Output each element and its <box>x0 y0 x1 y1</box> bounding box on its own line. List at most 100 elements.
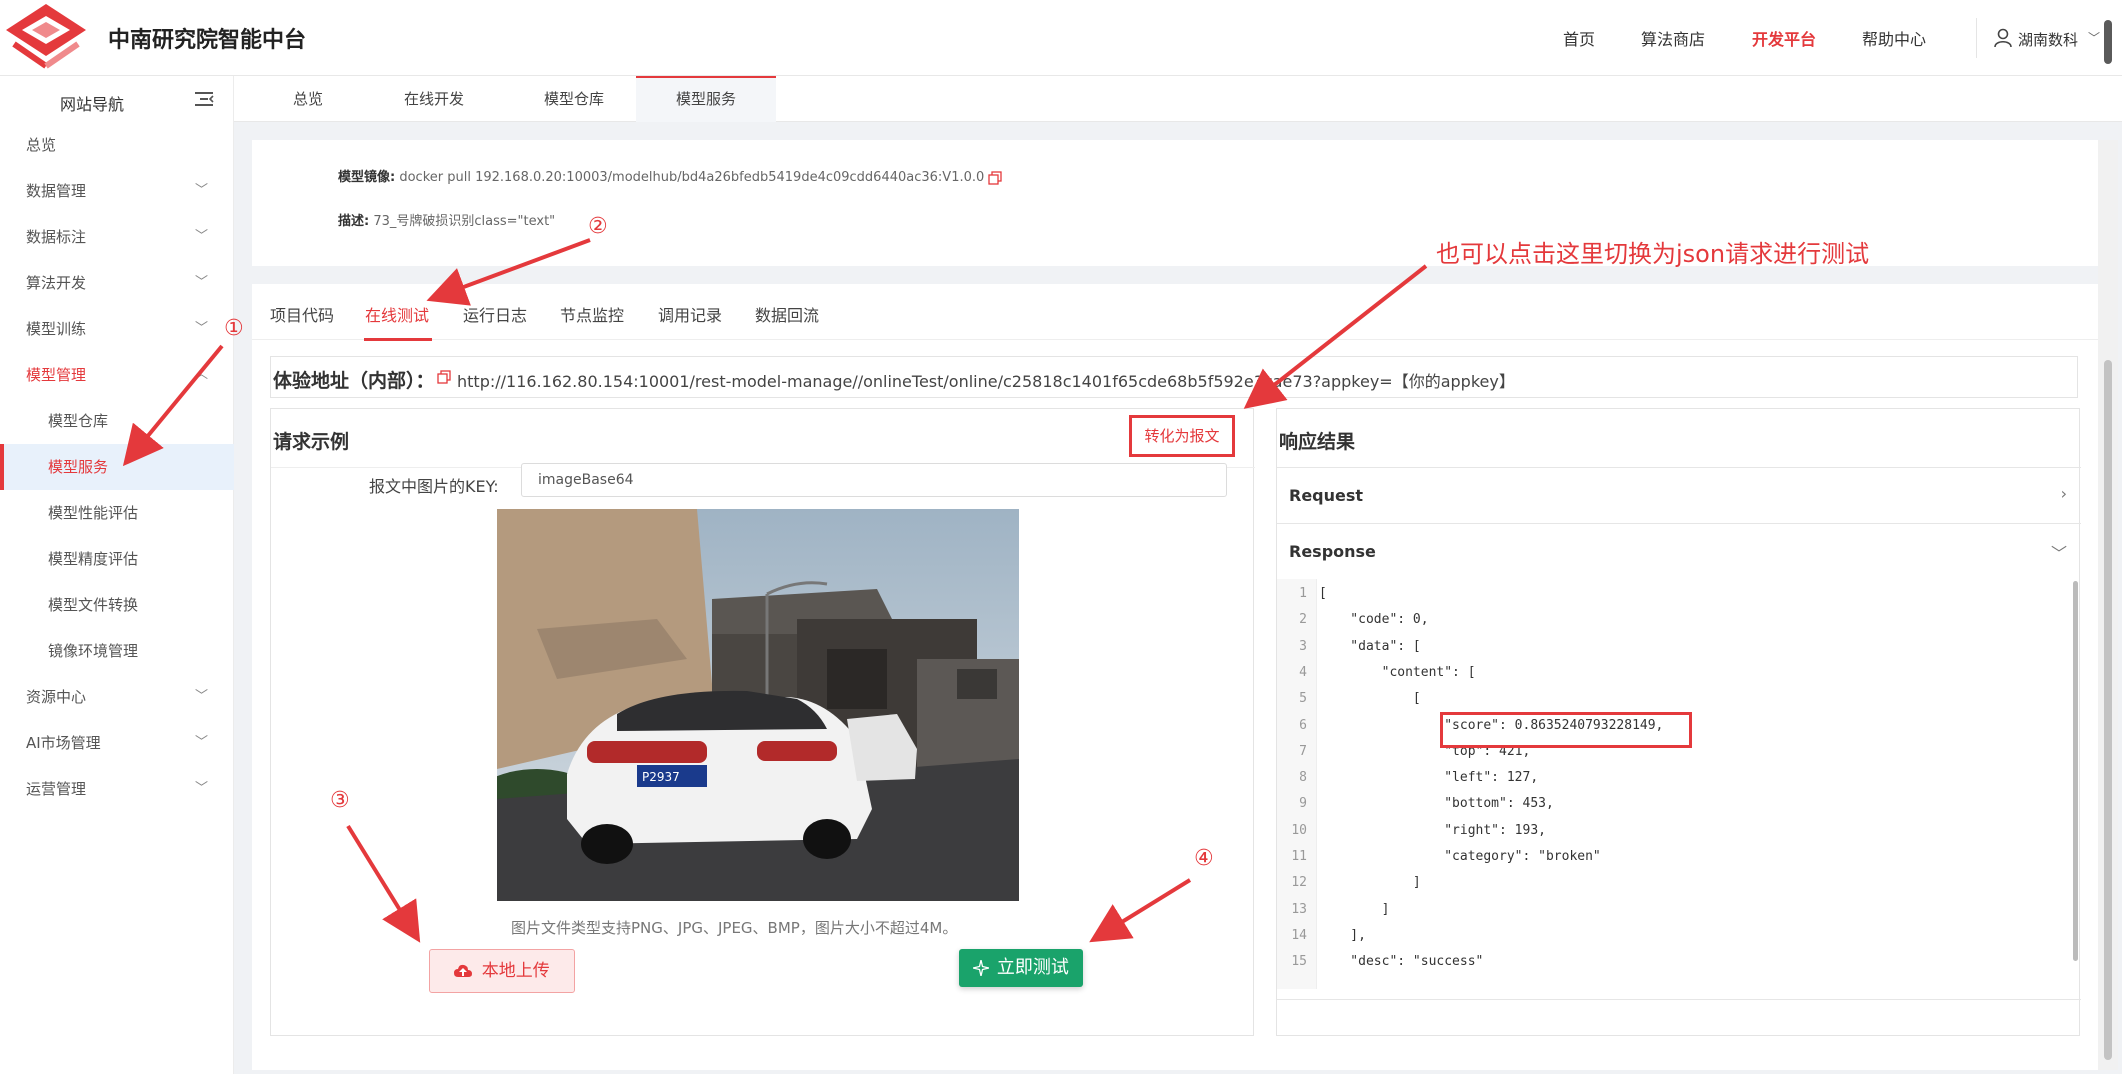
test-button-label: 立即测试 <box>996 957 1069 978</box>
tab-data-reflow[interactable]: 数据回流 <box>755 302 819 326</box>
sidebar: 网站导航 总览 数据管理 ﹀ 数据标注 ﹀ 算法开发 ﹀ 模型训练 ﹀ 模型管理 ︿ 模型… <box>0 76 234 1074</box>
user-icon <box>1994 28 2012 48</box>
line-number: 14 <box>1291 927 1307 943</box>
chevron-down-icon: ﹀ <box>194 183 208 198</box>
sidebar-item-label: 镜像环境管理 <box>48 642 139 660</box>
tab-overview[interactable]: 总览 <box>268 76 348 122</box>
annotation-note: 也可以点击这里切换为json请求进行测试 <box>1436 240 1870 268</box>
chevron-down-icon: ﹀ <box>194 689 208 704</box>
divider <box>1277 999 2081 1000</box>
code-text: ], <box>1319 927 1366 943</box>
code-text: "content": [ <box>1319 664 1476 680</box>
code-line: 3 "data": [ <box>1277 634 2067 660</box>
response-row-label: Response <box>1289 542 1376 561</box>
request-collapse-row[interactable]: Request › <box>1277 467 2081 523</box>
line-number: 13 <box>1291 901 1307 917</box>
chevron-down-icon: ﹀ <box>2050 544 2067 563</box>
tab-node-monitor[interactable]: 节点监控 <box>560 302 624 326</box>
sidebar-item-image-env[interactable]: 镜像环境管理 <box>0 628 234 674</box>
code-text: "desc": "success" <box>1319 954 1484 970</box>
code-line: 4 "content": [ <box>1277 660 2067 686</box>
nav-help-center[interactable]: 帮助中心 <box>1862 26 1926 50</box>
line-number: 10 <box>1291 822 1307 838</box>
tab-model-repo[interactable]: 模型仓库 <box>524 76 624 122</box>
sidebar-item-label: AI市场管理 <box>26 734 101 752</box>
line-number: 7 <box>1299 743 1307 759</box>
active-tab-indicator <box>364 338 432 341</box>
chevron-down-icon: ﹀ <box>194 275 208 290</box>
user-menu[interactable]: 湖南数科 ﹀ <box>1994 26 2104 54</box>
sidebar-item-model-management[interactable]: 模型管理 ︿ <box>0 352 234 398</box>
test-now-button[interactable]: 立即测试 <box>959 949 1083 987</box>
user-name: 湖南数科 <box>2018 31 2079 49</box>
sidebar-item-model-accuracy[interactable]: 模型精度评估 <box>0 536 234 582</box>
sidebar-item-label: 模型训练 <box>26 320 87 338</box>
nav-algorithm-store[interactable]: 算法商店 <box>1641 26 1705 50</box>
sidebar-item-label: 模型服务 <box>48 458 109 476</box>
car-photo-illustration: P2937 <box>497 509 1019 901</box>
code-text: [ <box>1319 691 1421 707</box>
sidebar-item-operations[interactable]: 运营管理 ﹀ <box>0 766 234 812</box>
image-key-input[interactable] <box>521 463 1227 497</box>
sidebar-item-label: 模型管理 <box>26 366 87 384</box>
description-label: 描述: <box>338 214 370 229</box>
sidebar-item-label: 模型仓库 <box>48 412 109 430</box>
sidebar-item-model-training[interactable]: 模型训练 ﹀ <box>0 306 234 352</box>
line-number: 4 <box>1299 664 1307 680</box>
code-text: "code": 0, <box>1319 612 1429 628</box>
annotation-1: ① <box>224 316 244 341</box>
code-line: 2 "code": 0, <box>1277 607 2067 633</box>
sidebar-title: 网站导航 <box>60 95 125 114</box>
sidebar-item-label: 模型性能评估 <box>48 504 139 522</box>
page-scrollbar-thumb[interactable] <box>2104 360 2112 1060</box>
sidebar-item-model-performance[interactable]: 模型性能评估 <box>0 490 234 536</box>
sidebar-item-overview[interactable]: 总览 <box>0 122 234 168</box>
code-text: "top": 421, <box>1319 743 1531 759</box>
tab-model-service[interactable]: 模型服务 <box>636 76 776 122</box>
copy-icon[interactable] <box>988 170 1003 185</box>
tab-online-test[interactable]: 在线测试 <box>365 302 429 326</box>
code-line: 14 ], <box>1277 923 2067 949</box>
sidebar-item-model-convert[interactable]: 模型文件转换 <box>0 582 234 628</box>
convert-to-message-button[interactable]: 转化为报文 <box>1129 415 1235 457</box>
experience-address: 体验地址（内部）： http://116.162.80.154:10001/re… <box>270 356 2078 398</box>
sidebar-item-data-management[interactable]: 数据管理 ﹀ <box>0 168 234 214</box>
request-example-panel: 请求示例 转化为报文 报文中图片的KEY: imageBase64 P2937 … <box>270 408 1255 1036</box>
nav-home[interactable]: 首页 <box>1563 26 1595 50</box>
copy-icon[interactable] <box>437 370 451 384</box>
sidebar-item-model-repo[interactable]: 模型仓库 <box>0 398 234 444</box>
sidebar-item-resource-center[interactable]: 资源中心 ﹀ <box>0 674 234 720</box>
top-bar: 中南研究院智能中台 首页 算法商店 开发平台 帮助中心 湖南数科 ﹀ <box>0 0 2122 76</box>
code-scrollbar[interactable] <box>2073 581 2078 961</box>
sidebar-item-label: 资源中心 <box>26 688 87 706</box>
sidebar-item-label: 模型文件转换 <box>48 596 139 614</box>
sidebar-item-model-service[interactable]: 模型服务 <box>0 444 234 490</box>
model-image-value: docker pull 192.168.0.20:10003/modelhub/… <box>399 170 985 185</box>
local-upload-button[interactable]: 本地上传 <box>429 949 575 993</box>
nav-dev-platform[interactable]: 开发平台 <box>1752 26 1816 50</box>
line-number: 11 <box>1291 849 1307 864</box>
tab-run-log[interactable]: 运行日志 <box>463 302 527 326</box>
chevron-down-icon: ﹀ <box>2088 31 2101 45</box>
sidebar-item-data-labeling[interactable]: 数据标注 ﹀ <box>0 214 234 260</box>
address-url[interactable]: http://116.162.80.154:10001/rest-model-m… <box>457 368 1515 392</box>
code-text: [ <box>1319 586 1327 601</box>
chevron-down-icon: ﹀ <box>194 229 208 244</box>
response-collapse-row[interactable]: Response ﹀ <box>1277 523 2081 579</box>
tab-online-dev[interactable]: 在线开发 <box>384 76 484 122</box>
response-result-panel: 响应结果 Request › Response ﹀ 1[2 "code": 0,… <box>1276 408 2081 1036</box>
chevron-down-icon: ﹀ <box>194 781 208 796</box>
request-row-label: Request <box>1289 486 1364 505</box>
menu-collapse-icon[interactable] <box>194 90 214 108</box>
sidebar-item-algorithm-dev[interactable]: 算法开发 ﹀ <box>0 260 234 306</box>
line-number: 12 <box>1291 875 1307 891</box>
tab-project-code[interactable]: 项目代码 <box>270 302 334 326</box>
request-title: 请求示例 <box>273 431 350 453</box>
tab-call-records[interactable]: 调用记录 <box>658 302 722 326</box>
code-line: 6 "score": 0.8635240793228149, <box>1277 713 2067 739</box>
cloud-upload-icon <box>454 964 473 977</box>
line-number: 2 <box>1299 612 1307 628</box>
response-code-viewer[interactable]: 1[2 "code": 0, 3 "data": [4 "content": [5… <box>1277 579 2077 989</box>
sidebar-item-ai-market[interactable]: AI市场管理 ﹀ <box>0 720 234 766</box>
code-line: 15 "desc": "success" <box>1277 949 2067 975</box>
